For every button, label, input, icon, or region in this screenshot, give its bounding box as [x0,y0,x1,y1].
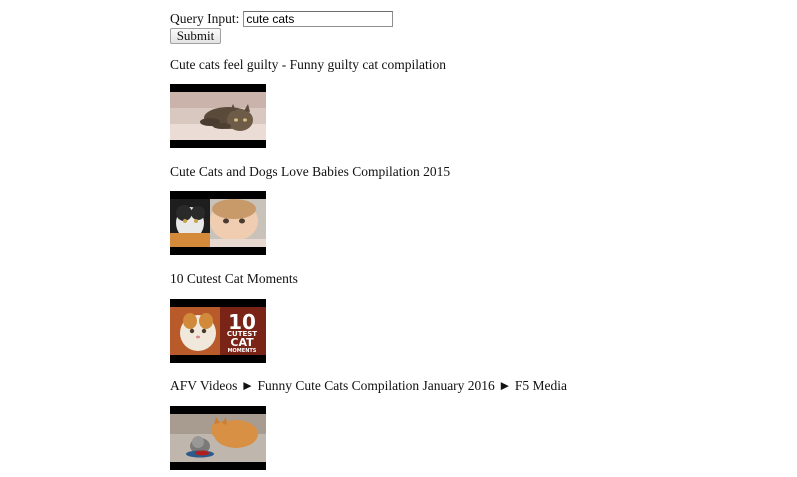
result-thumbnail-1[interactable] [170,84,266,148]
result-thumbnail-4[interactable] [170,406,266,470]
result-title-1[interactable]: Cute cats feel guilty - Funny guilty cat… [170,57,446,73]
result-title-2[interactable]: Cute Cats and Dogs Love Babies Compilati… [170,164,450,180]
result-title-3[interactable]: 10 Cutest Cat Moments [170,271,298,287]
result-thumbnail-2[interactable] [170,191,266,255]
result-thumbnail-3[interactable]: 10 CUTEST CAT MOMENTS [170,299,266,363]
result-title-4[interactable]: AFV Videos ► Funny Cute Cats Compilation… [170,378,567,394]
search-form: Query Input: [170,9,394,29]
thumb-text-moments: MOMENTS [228,348,257,354]
query-input[interactable] [243,11,394,27]
submit-button[interactable]: Submit [170,28,221,44]
query-label: Query Input: [170,11,240,26]
